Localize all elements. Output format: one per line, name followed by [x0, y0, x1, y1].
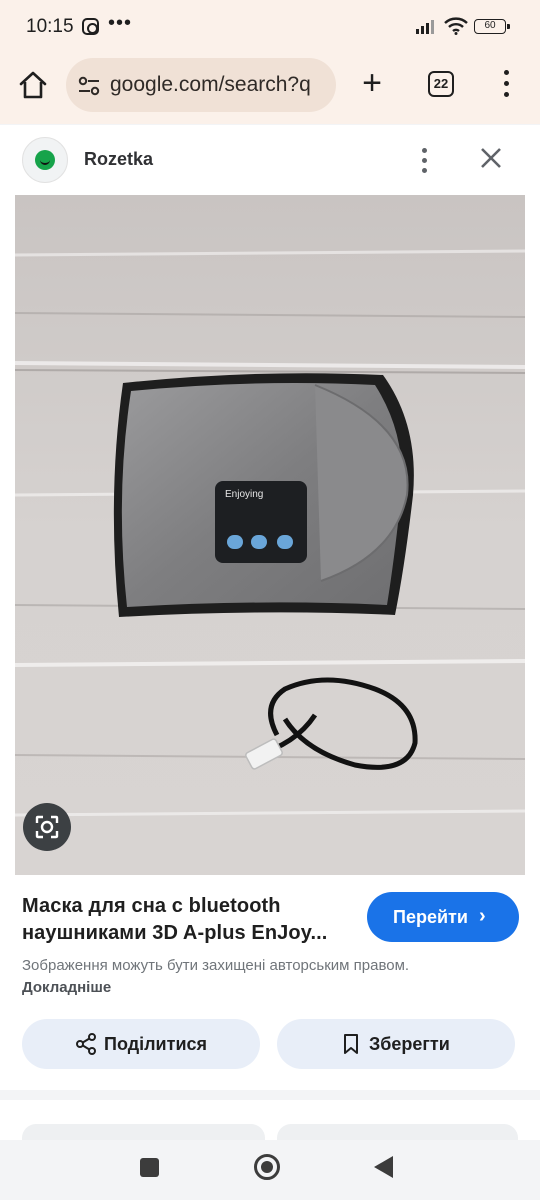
wifi-icon: [444, 17, 468, 35]
more-dots-icon: •••: [108, 12, 133, 34]
copyright-text: Зображення можуть бути захищені авторськ…: [22, 957, 410, 974]
copyright-notice: Зображення можуть бути захищені авторськ…: [22, 955, 422, 999]
back-icon[interactable]: [374, 1156, 393, 1178]
product-photo: Enjoying: [15, 195, 525, 875]
source-logo[interactable]: [22, 137, 68, 183]
recents-icon[interactable]: [140, 1158, 159, 1177]
status-time: 10:15: [26, 16, 74, 37]
visit-button[interactable]: Перейти ›: [367, 892, 519, 942]
battery-icon: 60: [474, 19, 510, 34]
save-button[interactable]: Зберегти: [277, 1019, 515, 1069]
rozetka-smile-icon: [35, 150, 55, 170]
chevron-right-icon: ›: [479, 905, 486, 927]
new-tab-plus-icon[interactable]: +: [356, 66, 388, 100]
product-image[interactable]: Enjoying: [15, 195, 525, 875]
lens-search-button[interactable]: [23, 803, 71, 851]
instagram-icon: [82, 18, 99, 35]
result-title[interactable]: Маска для сна с bluetooth наушниками 3D …: [22, 893, 352, 947]
url-bar[interactable]: google.com/search?q: [66, 58, 336, 112]
share-button[interactable]: Поділитися: [22, 1019, 260, 1069]
source-header: Rozetka: [0, 125, 540, 195]
system-nav-bar: [0, 1140, 540, 1200]
lens-icon: [35, 815, 59, 839]
browser-toolbar: google.com/search?q + 22: [0, 56, 540, 124]
status-bar: 10:15 ••• 60: [0, 0, 540, 56]
tabs-icon[interactable]: 22: [428, 71, 454, 97]
more-options-icon[interactable]: [414, 147, 434, 173]
image-result-panel: Rozetka Enjoying Маска для сна с bluetoo…: [0, 125, 540, 1090]
source-name[interactable]: Rozetka: [84, 149, 153, 170]
visit-button-label: Перейти: [393, 907, 468, 927]
close-icon[interactable]: [478, 145, 504, 171]
share-icon: [76, 1033, 96, 1055]
learn-more-link[interactable]: Докладніше: [22, 979, 111, 996]
home-nav-icon[interactable]: [254, 1154, 280, 1180]
bookmark-icon: [344, 1034, 358, 1054]
menu-icon[interactable]: [496, 68, 516, 100]
share-label: Поділитися: [104, 1034, 208, 1054]
home-icon[interactable]: [18, 70, 48, 100]
device-label: Enjoying: [225, 489, 263, 500]
signal-icon: [416, 20, 434, 34]
site-info-icon[interactable]: [78, 76, 100, 96]
save-label: Зберегти: [369, 1034, 450, 1054]
url-text: google.com/search?q: [110, 73, 311, 96]
